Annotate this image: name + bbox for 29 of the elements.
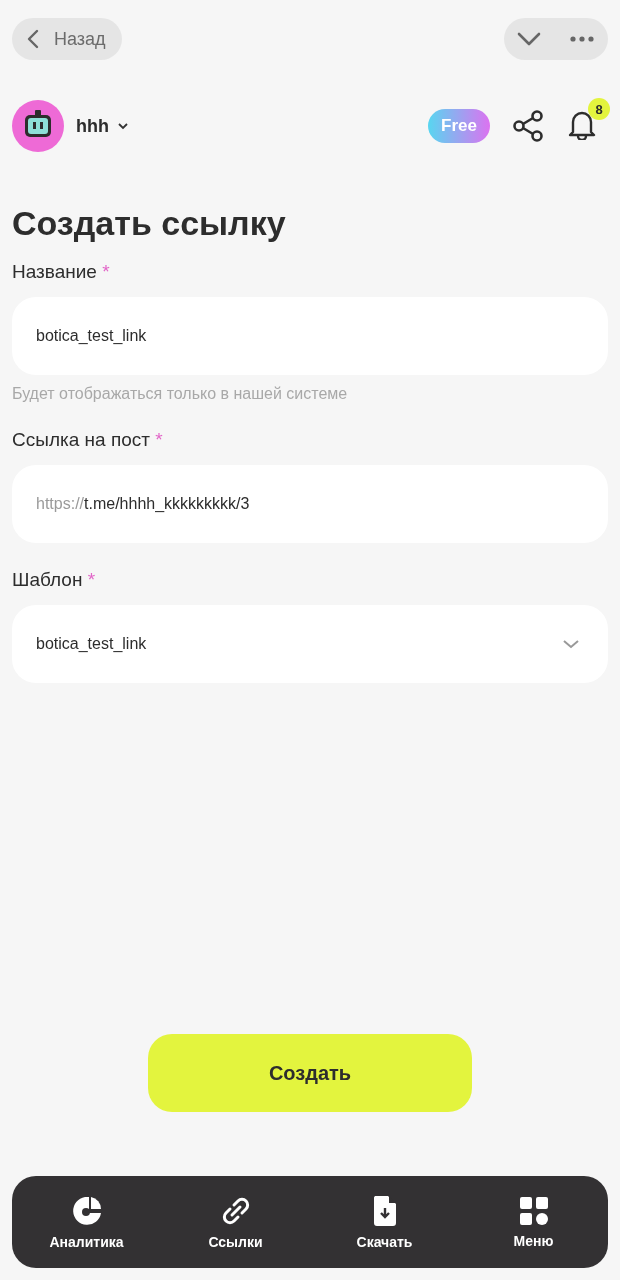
more-icon[interactable] (570, 36, 594, 42)
account-switcher[interactable]: hhh (76, 115, 129, 137)
required-mark: * (102, 261, 110, 282)
nav-tab[interactable]: Аналитика (26, 1193, 147, 1251)
back-button[interactable]: Назад (12, 18, 122, 60)
field-label: Ссылка на пост (12, 429, 150, 450)
pie-chart-icon (70, 1194, 103, 1227)
plan-badge: Free (428, 109, 490, 143)
page-title: Создать ссылку (12, 204, 287, 243)
field-label: Шаблон (12, 569, 83, 590)
field-hint: Будет отображаться только в нашей системе (12, 385, 349, 403)
chevron-down-icon[interactable] (516, 31, 542, 47)
grid-icon (518, 1195, 549, 1226)
notification-count: 8 (588, 98, 610, 120)
nav-tab[interactable]: Меню (473, 1194, 594, 1250)
required-mark: * (155, 429, 163, 450)
avatar-icon (12, 100, 64, 152)
chevron-down-icon (562, 639, 580, 649)
share-icon[interactable] (512, 110, 544, 142)
required-mark: * (87, 569, 96, 590)
field-label: Название (12, 261, 97, 282)
template-dropdown[interactable]: botica_test_link (12, 605, 608, 683)
caret-icon (117, 122, 129, 130)
nav-tab[interactable]: Скачать (324, 1193, 445, 1251)
chevron-left-icon (26, 28, 40, 50)
nav-tab[interactable]: Ссылки (175, 1193, 296, 1251)
input-field[interactable]: https://t.me/hhhh_kkkkkkkkk/3 (12, 465, 608, 543)
create-button[interactable]: Создать (148, 1034, 472, 1112)
input-field[interactable]: botica_test_link (12, 297, 608, 375)
